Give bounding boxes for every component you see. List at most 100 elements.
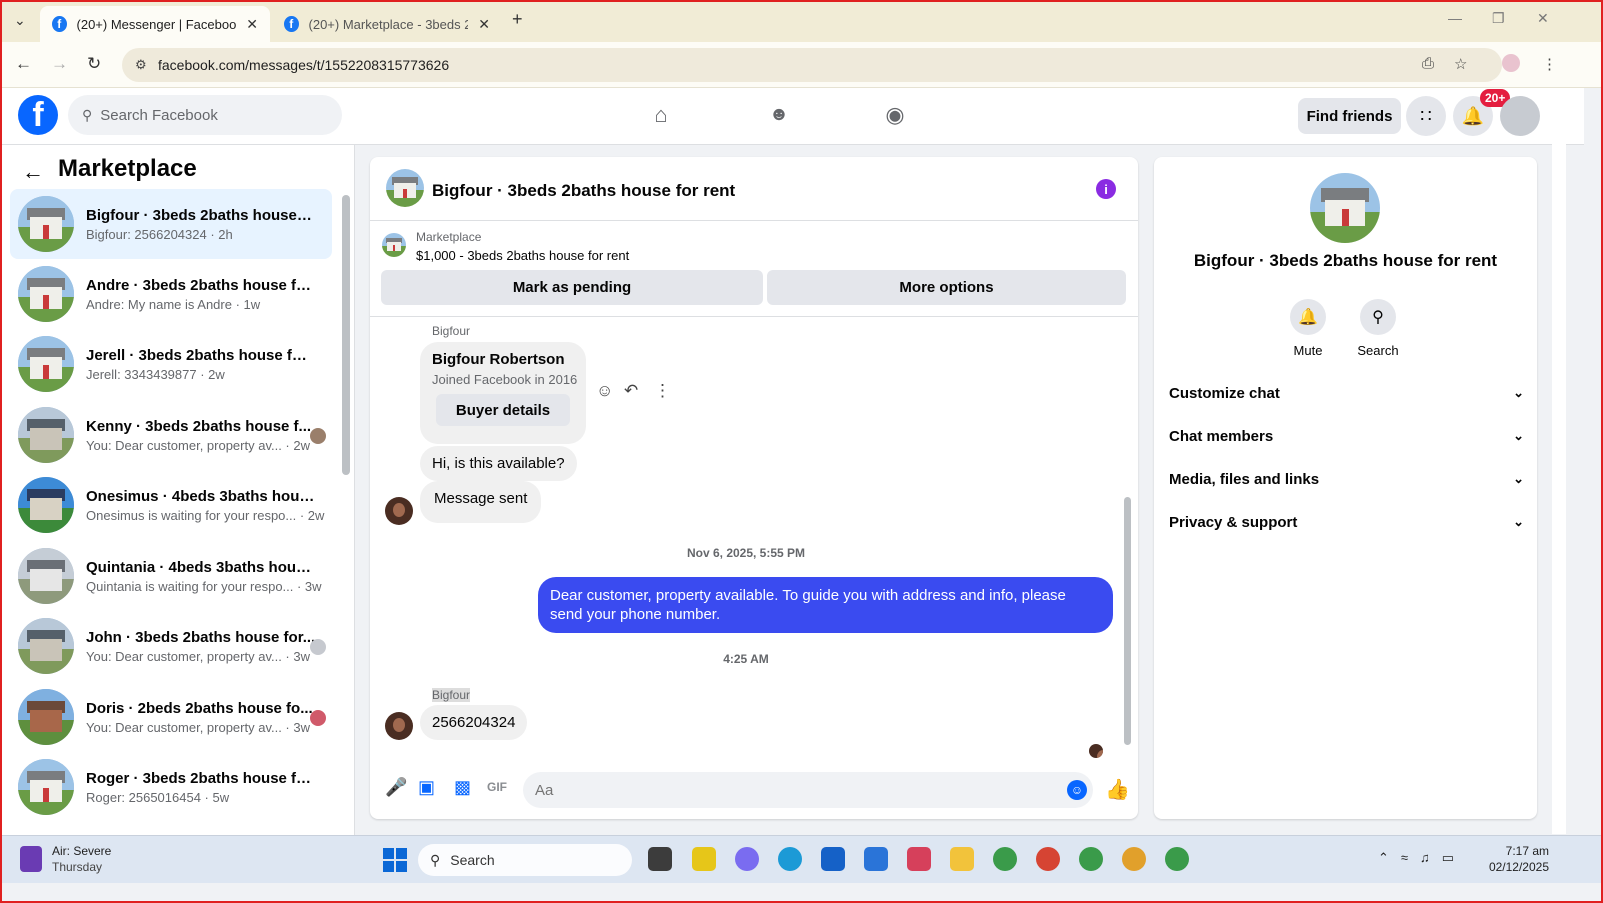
account-avatar[interactable] <box>1500 96 1540 136</box>
listing-price-title[interactable]: $1,000 - 3beds 2baths house for rent <box>416 248 629 263</box>
sticker-icon[interactable]: ▩ <box>454 777 471 798</box>
chrome-icon[interactable] <box>1079 847 1103 871</box>
store-icon[interactable] <box>821 847 845 871</box>
info-icon[interactable]: i <box>1096 179 1116 199</box>
edge-icon[interactable] <box>778 847 802 871</box>
message-composer: 🎤 ▣ ▩ GIF ☺ 👍 <box>370 769 1138 811</box>
search-action[interactable]: ⚲ Search <box>1348 299 1408 358</box>
customize-chat-section[interactable]: Customize chat ⌄ <box>1169 375 1524 411</box>
conversation-item[interactable]: Kenny · 3beds 2baths house f... You: Dear… <box>10 400 332 470</box>
snipping-tool-icon[interactable] <box>907 847 931 871</box>
conversation-item[interactable]: Bigfour · 3beds 2baths house fo... Bigfou… <box>10 189 332 259</box>
copilot-icon[interactable] <box>735 847 759 871</box>
start-windows-icon[interactable] <box>383 848 407 872</box>
taskbar-clock[interactable]: 7:17 am 02/12/2025 <box>1487 843 1549 875</box>
back-icon[interactable]: ← <box>15 54 32 74</box>
menu-grid-icon[interactable]: ∷ <box>1406 96 1446 136</box>
conversation-item[interactable]: Quintania · 4beds 3baths house ... Quinta… <box>10 541 332 611</box>
conversation-item[interactable]: Jerell · 3beds 2baths house for r... Jere… <box>10 329 332 399</box>
microphone-icon[interactable]: 🎤 <box>385 777 407 798</box>
install-app-icon[interactable]: ⎙ <box>1422 55 1434 72</box>
reply-icon[interactable]: ↶ <box>624 381 638 401</box>
bell-icon[interactable]: 🔔 <box>1290 299 1326 335</box>
outlook-icon[interactable] <box>864 847 888 871</box>
restore-icon[interactable]: ❐ <box>1492 10 1505 27</box>
home-icon[interactable]: ⌂ <box>646 100 676 130</box>
conversation-item[interactable]: John · 3beds 2baths house for... You: Dea… <box>10 611 332 681</box>
chrome-icon[interactable] <box>1122 847 1146 871</box>
facebook-logo-icon[interactable]: f <box>18 95 58 135</box>
close-tab-icon[interactable]: ✕ <box>478 16 490 33</box>
chat-members-section[interactable]: Chat members ⌄ <box>1169 418 1524 454</box>
facebook-search-input[interactable]: ⚲ Search Facebook <box>68 95 342 135</box>
conversation-list-scrollbar[interactable] <box>342 195 350 475</box>
search-icon: ⚲ <box>82 106 93 123</box>
back-arrow-icon[interactable]: ← <box>22 159 44 185</box>
thumbs-up-icon[interactable]: 👍 <box>1105 777 1130 802</box>
sender-avatar <box>385 712 413 740</box>
search-placeholder: Search Facebook <box>100 106 218 124</box>
buyer-details-button[interactable]: Buyer details <box>436 394 570 426</box>
conversation-name: Bigfour · 3beds 2baths house for rent <box>1193 251 1498 270</box>
task-view-icon[interactable] <box>648 847 672 871</box>
conversation-item[interactable]: Roger · 3beds 2baths house for ... Roger:… <box>10 752 332 822</box>
message-input[interactable] <box>523 772 1093 808</box>
chrome-icon[interactable] <box>993 847 1017 871</box>
find-friends-button[interactable]: Find friends <box>1298 98 1401 134</box>
weather-title[interactable]: Air: Severe <box>52 844 111 858</box>
search-icon[interactable]: ⚲ <box>1360 299 1396 335</box>
conversation-item[interactable]: Andre · 3beds 2baths house for ... Andre:… <box>10 259 332 329</box>
forward-icon[interactable]: → <box>51 54 68 74</box>
close-tab-icon[interactable]: ✕ <box>246 16 258 33</box>
sticky-notes-icon[interactable] <box>692 847 716 871</box>
conversation-item[interactable]: Onesimus · 4beds 3baths house ... Onesimu… <box>10 470 332 540</box>
more-actions-icon[interactable]: ⋮ <box>654 381 671 401</box>
groups-icon[interactable]: ◉ <box>880 100 910 130</box>
listing-thumbnail[interactable] <box>382 233 406 257</box>
site-settings-icon[interactable]: ⚙ <box>135 57 147 73</box>
browser-menu-icon[interactable]: ⋮ <box>1542 55 1557 73</box>
more-options-button[interactable]: More options <box>767 270 1126 305</box>
media-files-links-section[interactable]: Media, files and links ⌄ <box>1169 461 1524 497</box>
message-bubble[interactable]: Hi, is this available? <box>420 446 577 481</box>
chrome-icon[interactable] <box>1165 847 1189 871</box>
taskbar-search-input[interactable]: ⚲ Search <box>418 844 632 876</box>
section-label: Privacy & support <box>1169 513 1298 531</box>
section-label: Chat members <box>1169 427 1274 445</box>
marketplace-listing-bar: Marketplace $1,000 - 3beds 2baths house … <box>370 221 1138 317</box>
privacy-support-section[interactable]: Privacy & support ⌄ <box>1169 504 1524 540</box>
react-icon[interactable]: ☺ <box>596 381 613 401</box>
chat-house-avatar[interactable] <box>386 169 424 207</box>
address-bar[interactable]: ⚙ facebook.com/messages/t/15522083157736… <box>122 48 1502 82</box>
chrome-icon[interactable] <box>1036 847 1060 871</box>
message-bubble[interactable]: Message sent <box>420 481 542 523</box>
outgoing-message-bubble[interactable]: Dear customer, property available. To gu… <box>538 577 1113 633</box>
close-window-icon[interactable]: ✕ <box>1537 10 1549 27</box>
reload-icon[interactable]: ↻ <box>87 54 101 74</box>
message-bubble[interactable]: 2566204324 <box>420 705 528 740</box>
mute-action[interactable]: 🔔 Mute <box>1278 299 1338 358</box>
profile-avatar-icon[interactable] <box>1502 54 1520 72</box>
gif-icon[interactable]: GIF <box>487 780 507 794</box>
new-tab-icon[interactable]: + <box>512 9 523 30</box>
file-explorer-icon[interactable] <box>950 847 974 871</box>
chat-window: Bigfour · 3beds 2baths house for rent i … <box>370 157 1138 819</box>
mark-as-pending-button[interactable]: Mark as pending <box>381 270 763 305</box>
bookmark-star-icon[interactable]: ☆ <box>1454 55 1467 73</box>
tab-messenger[interactable]: f (20+) Messenger | Facebook ✕ <box>40 6 270 42</box>
windows-taskbar: Air: Severe Thursday ⚲ Search ⌃≈♫▭ 7:17 … <box>0 835 1603 883</box>
conversation-name: Bigfour · 3beds 2baths house fo... <box>86 206 316 224</box>
chat-scrollbar[interactable] <box>1124 497 1131 745</box>
photo-icon[interactable]: ▣ <box>418 777 435 798</box>
minimize-icon[interactable]: — <box>1448 10 1462 26</box>
system-tray-icons[interactable]: ⌃≈♫▭ <box>1378 850 1466 866</box>
weather-widget-icon[interactable] <box>20 846 42 872</box>
conversation-item[interactable]: Doris · 2beds 2baths house fo... You: Dea… <box>10 682 332 752</box>
tab-search-chevron-icon[interactable]: ⌄ <box>14 12 26 29</box>
conversation-snippet: Onesimus is waiting for your respo... · … <box>86 507 325 523</box>
friends-icon[interactable]: ☻ <box>764 100 794 130</box>
emoji-icon[interactable]: ☺ <box>1067 780 1087 800</box>
chat-title[interactable]: Bigfour · 3beds 2baths house for rent <box>432 181 735 201</box>
tab-marketplace[interactable]: f (20+) Marketplace - 3beds 2bat ✕ <box>272 6 502 42</box>
page-scrollbar[interactable] <box>1552 90 1566 834</box>
